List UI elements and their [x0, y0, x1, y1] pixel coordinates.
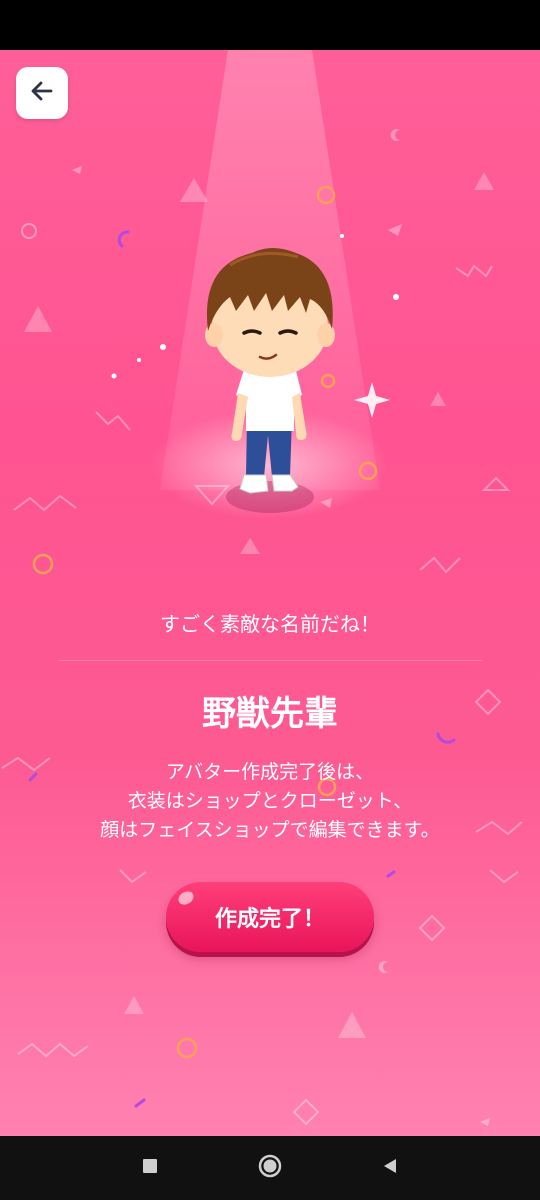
complete-button-label: 作成完了！	[214, 906, 325, 931]
triangle-left-icon	[381, 1157, 399, 1179]
nav-back-button[interactable]	[370, 1148, 410, 1188]
status-bar	[0, 0, 540, 50]
info-text: アバター作成完了後は、 衣装はショップとクローゼット、 顔はフェイスショップで編…	[0, 758, 540, 845]
back-button[interactable]	[16, 67, 68, 119]
nav-recent-button[interactable]	[130, 1148, 170, 1188]
complete-button[interactable]: 作成完了！	[166, 882, 374, 952]
nav-home-button[interactable]	[250, 1148, 290, 1188]
button-shine	[176, 888, 196, 908]
arrow-left-icon	[29, 78, 55, 108]
compliment-text: すごく素敵な名前だね！	[160, 612, 380, 636]
info-line: 顔はフェイスショップで編集できます。	[100, 819, 440, 841]
circle-icon	[257, 1153, 283, 1183]
confetti-decoration	[1, 129, 523, 1126]
avatar-image	[205, 248, 335, 513]
system-nav-bar	[0, 1136, 540, 1200]
avatar-name: 野獣先輩	[202, 694, 338, 734]
avatar-complete-screen: すごく素敵な名前だね！ 野獣先輩 アバター作成完了後は、 衣装はショップとクロー…	[0, 50, 540, 1136]
info-line: アバター作成完了後は、	[165, 761, 375, 783]
info-line: 衣装はショップとクローゼット、	[127, 790, 413, 812]
square-icon	[142, 1158, 158, 1178]
divider	[58, 660, 482, 661]
